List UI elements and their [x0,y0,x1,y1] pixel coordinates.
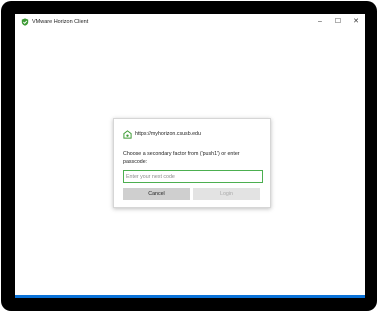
horizon-client-window: VMware Horizon Client – ☐ ✕ https://myho… [15,14,365,298]
passcode-prompt: Choose a secondary factor from ('push1')… [123,151,240,165]
maximize-button[interactable]: ☐ [329,14,347,30]
window-controls: – ☐ ✕ [311,14,365,30]
mfa-dialog: https://myhorizon.csusb.edu Choose a sec… [113,118,271,208]
passcode-input[interactable] [123,170,263,183]
title-bar[interactable]: VMware Horizon Client – ☐ ✕ [15,14,365,30]
taskbar-edge [15,295,365,298]
horizon-shield-icon [21,18,29,26]
window-title: VMware Horizon Client [32,19,89,25]
minimize-button[interactable]: – [311,14,329,30]
monitor-bezel: VMware Horizon Client – ☐ ✕ https://myho… [1,1,377,311]
login-button[interactable]: Login [193,188,260,200]
close-button[interactable]: ✕ [347,14,365,30]
cancel-button[interactable]: Cancel [123,188,190,200]
server-url: https://myhorizon.csusb.edu [135,131,201,137]
server-row: https://myhorizon.csusb.edu [123,129,201,139]
screen: VMware Horizon Client – ☐ ✕ https://myho… [0,0,378,312]
horizon-server-icon [123,129,132,139]
